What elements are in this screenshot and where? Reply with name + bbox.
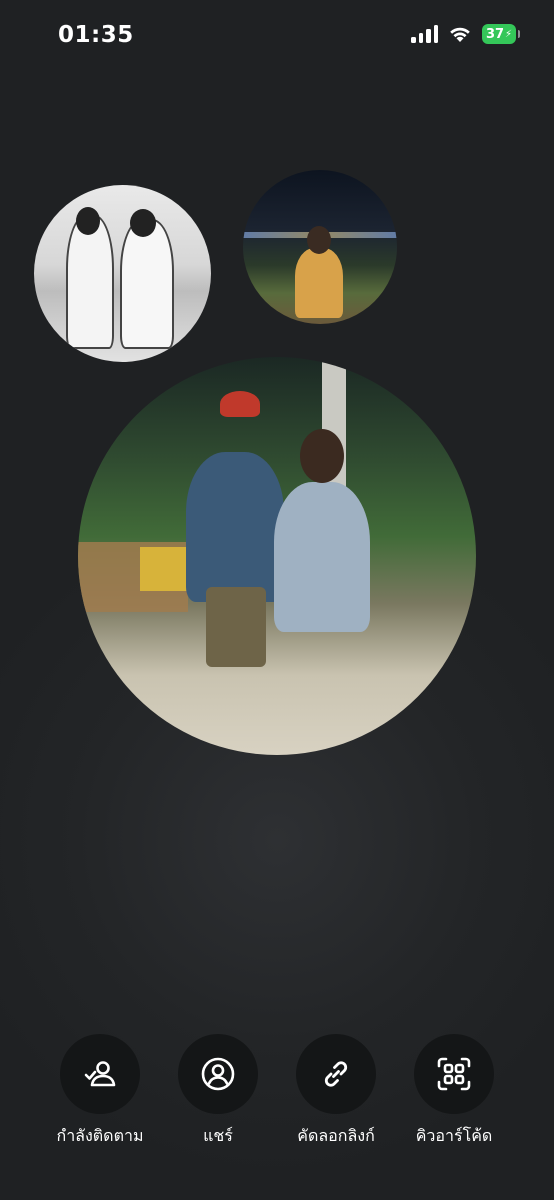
copy-link-label: คัดลอกลิงก์ bbox=[297, 1126, 375, 1145]
share-label: แชร์ bbox=[203, 1126, 233, 1145]
charging-bolt-icon: ⚡ bbox=[505, 28, 513, 40]
following-button[interactable]: กำลังติดตาม bbox=[41, 1034, 159, 1149]
status-icons: 37 ⚡ bbox=[411, 24, 520, 44]
share-button[interactable]: แชร์ bbox=[159, 1034, 277, 1149]
following-button-circle[interactable] bbox=[60, 1034, 140, 1114]
following-label: กำลังติดตาม bbox=[56, 1126, 144, 1145]
copy-link-button[interactable]: คัดลอกลิงก์ bbox=[277, 1034, 395, 1149]
status-time: 01:35 bbox=[58, 22, 134, 48]
profile-photo-main[interactable] bbox=[78, 357, 476, 755]
copy-link-button-circle[interactable] bbox=[296, 1034, 376, 1114]
share-button-circle[interactable] bbox=[178, 1034, 258, 1114]
qr-code-button[interactable]: คิวอาร์โค้ด bbox=[395, 1034, 513, 1149]
qr-code-scan-icon bbox=[437, 1057, 471, 1091]
status-bar: 01:35 37 ⚡ bbox=[0, 0, 554, 70]
cellular-signal-icon bbox=[411, 25, 438, 43]
profile-photo-bw[interactable] bbox=[34, 185, 211, 362]
qr-code-label: คิวอาร์โค้ด bbox=[415, 1126, 493, 1145]
user-circle-icon bbox=[201, 1057, 235, 1091]
battery-indicator: 37 ⚡ bbox=[482, 24, 520, 44]
following-check-user-icon bbox=[84, 1061, 116, 1087]
wifi-icon bbox=[450, 27, 470, 42]
battery-level: 37 bbox=[485, 26, 505, 42]
profile-photo-night[interactable] bbox=[243, 170, 397, 324]
link-icon bbox=[324, 1061, 348, 1087]
qr-code-button-circle[interactable] bbox=[414, 1034, 494, 1114]
